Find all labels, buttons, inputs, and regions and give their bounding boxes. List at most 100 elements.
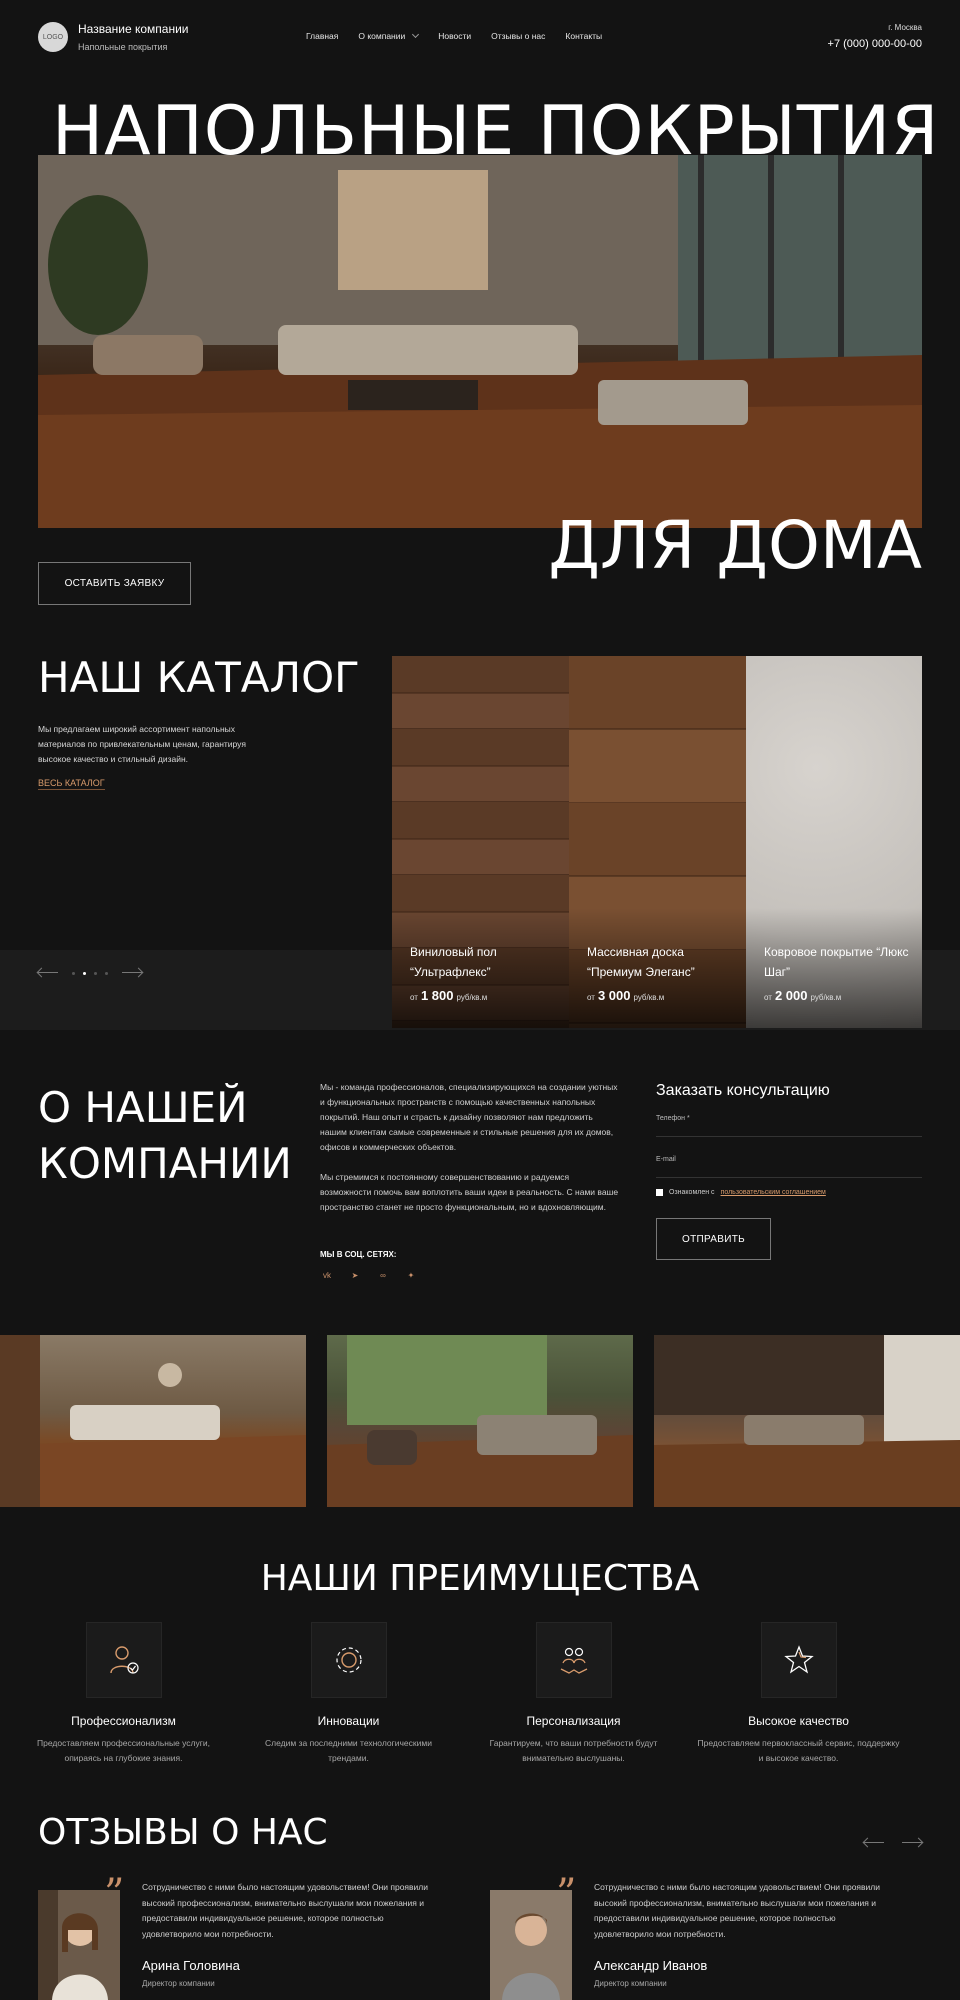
reviewer-role: Директор компании: [594, 1979, 667, 1988]
all-catalog-link[interactable]: ВЕСЬ КАТАЛОГ: [38, 778, 105, 790]
submit-button[interactable]: ОТПРАВИТЬ: [656, 1218, 771, 1260]
gear-icon: [335, 1647, 362, 1673]
review-card: ” Сотрудничество с ними было настоящим у…: [38, 1874, 458, 2000]
nav-home[interactable]: Главная: [306, 31, 338, 41]
consultation-form-title: Заказать консультацию: [656, 1082, 830, 1099]
email-field[interactable]: E-mail: [656, 1156, 922, 1178]
card-title: Массивная доска “Премиум Элеганс”: [587, 945, 695, 979]
email-field-label: E-mail: [656, 1156, 676, 1163]
review-card: ” Сотрудничество с ними было настоящим у…: [490, 1874, 910, 2000]
city-label: г. Москва: [888, 23, 922, 32]
advantage-icon-box: [535, 1622, 612, 1698]
vk-icon[interactable]: vk: [322, 1270, 332, 1280]
catalog-card-vinyl[interactable]: Виниловый пол “Ультрафлекс” от 1 800 руб/к…: [392, 656, 569, 1028]
phone-field[interactable]: Телефон *: [656, 1115, 922, 1137]
review-text: Сотрудничество с ними было настоящим удо…: [142, 1882, 429, 1939]
card-title: Ковровое покрытие “Люкс Шаг”: [764, 945, 909, 979]
agreement-checkbox[interactable]: [656, 1189, 663, 1196]
advantage-icon-box: [310, 1622, 387, 1698]
price-value: 1 800: [420, 988, 454, 1003]
company-subtitle: Напольные покрытия: [78, 42, 168, 52]
advantage-icon-box: [760, 1622, 837, 1698]
card-price: от 3 000 руб/кв.м: [587, 988, 664, 1003]
odnoklassniki-icon[interactable]: ∞: [378, 1270, 388, 1280]
advantage-title: Профессионализм: [71, 1714, 176, 1728]
price-prefix: от: [764, 993, 772, 1002]
hands-people-icon: [560, 1647, 587, 1674]
catalog-card-carpet[interactable]: Ковровое покрытие “Люкс Шаг” от 2 000 руб/…: [746, 656, 922, 1028]
card-price: от 2 000 руб/кв.м: [764, 988, 841, 1003]
chevron-down-icon: [412, 30, 420, 39]
interior-illustration: [654, 1335, 960, 1507]
price-prefix: от: [410, 993, 418, 1002]
company-name: Название компании: [78, 22, 189, 36]
reviewer-name: Арина Головина: [142, 1958, 240, 1973]
slider-dot[interactable]: [72, 971, 75, 975]
advantage-description: Предоставляем профессиональные услуги, о…: [37, 1738, 210, 1763]
arrow-left-icon[interactable]: [38, 968, 58, 978]
quote-icon: ”: [556, 1871, 577, 1917]
star-icon: [783, 1645, 814, 1674]
card-price: от 1 800 руб/кв.м: [410, 988, 487, 1003]
advantage-description: Предоставляем первоклассный сервис, подд…: [697, 1738, 900, 1763]
advantage-description: Гарантируем, что ваши потребности будут …: [489, 1738, 658, 1763]
header-phone[interactable]: +7 (000) 000-00-00: [828, 38, 922, 50]
advantage-title: Персонализация: [526, 1714, 621, 1728]
professional-icon: [109, 1646, 139, 1674]
price-value: 2 000: [774, 988, 808, 1003]
advantage-card: Профессионализм Предоставляем профессион…: [11, 1622, 236, 1766]
arrow-right-icon[interactable]: [122, 968, 142, 978]
reviews-title: ОТЗЫВЫ О НАС: [38, 1812, 328, 1853]
interior-illustration: [0, 1335, 306, 1507]
arrow-right-icon[interactable]: [902, 1838, 922, 1848]
price-unit: руб/кв.м: [633, 993, 665, 1002]
agreement-link[interactable]: пользовательским соглашением: [721, 1189, 826, 1196]
social-links: vk ➤ ∞ ✦: [322, 1270, 416, 1280]
catalog-card-solid-wood[interactable]: Массивная доска “Премиум Элеганс” от 3 00…: [569, 656, 746, 1028]
logo[interactable]: LOGO: [38, 22, 68, 52]
agreement-text: Ознакомлен с: [669, 1189, 715, 1196]
slider-dot[interactable]: [94, 971, 97, 975]
reviewer-role: Директор компании: [142, 1979, 215, 1988]
nav-contacts[interactable]: Контакты: [565, 31, 602, 41]
phone-field-label: Телефон *: [656, 1115, 690, 1122]
card-title: Виниловый пол “Ультрафлекс”: [410, 945, 497, 979]
living-room-illustration: [38, 155, 922, 528]
interior-illustration: [327, 1335, 633, 1507]
slider-dots: [72, 971, 108, 975]
advantage-card: Высокое качество Предоставляем первоклас…: [686, 1622, 911, 1766]
reviewer-name: Александр Иванов: [594, 1958, 708, 1973]
advantage-title: Высокое качество: [748, 1714, 849, 1728]
catalog-description: Мы предлагаем широкий ассортимент наполь…: [38, 724, 246, 764]
slider-dot[interactable]: [105, 971, 108, 975]
hero-title-line2: ДЛЯ ДОМА: [548, 507, 922, 584]
arrow-left-icon[interactable]: [864, 1838, 884, 1848]
about-text: Мы - команда профессионалов, специализир…: [320, 1080, 620, 1230]
interior-photo: [0, 1335, 306, 1507]
nav-news[interactable]: Новости: [438, 31, 471, 41]
price-prefix: от: [587, 993, 595, 1002]
advantages-title: НАШИ ПРЕИМУЩЕСТВА: [260, 1558, 700, 1599]
request-button[interactable]: ОСТАВИТЬ ЗАЯВКУ: [38, 562, 191, 605]
advantage-card: Персонализация Гарантируем, что ваши пот…: [461, 1622, 686, 1766]
nav-reviews[interactable]: Отзывы о нас: [491, 31, 545, 41]
interior-photo: [327, 1335, 633, 1507]
twitter-icon[interactable]: ✦: [406, 1270, 416, 1280]
price-unit: руб/кв.м: [456, 993, 488, 1002]
telegram-icon[interactable]: ➤: [350, 1270, 360, 1280]
site-header: LOGO Название компании Напольные покрыти…: [0, 0, 960, 80]
advantage-description: Следим за последними технологическими тр…: [265, 1738, 432, 1763]
slider-dot-active[interactable]: [83, 971, 86, 975]
advantage-icon-box: [85, 1622, 162, 1698]
main-nav: Главная О компании Новости Отзывы о нас …: [306, 30, 602, 41]
catalog-title: НАШ КАТАЛОГ: [38, 653, 360, 702]
nav-about[interactable]: О компании: [358, 30, 420, 41]
social-label: МЫ В СОЦ. СЕТЯХ:: [320, 1250, 397, 1259]
advantage-title: Инновации: [317, 1714, 380, 1728]
interior-photo: [654, 1335, 960, 1507]
agreement-row: Ознакомлен с пользовательским соглашение…: [656, 1189, 826, 1196]
hero-image: [38, 155, 922, 528]
about-title: О НАШЕЙ КОМПАНИИ: [38, 1083, 292, 1188]
price-unit: руб/кв.м: [810, 993, 842, 1002]
about-paragraph: Мы стремимся к постоянному совершенствов…: [320, 1172, 619, 1212]
